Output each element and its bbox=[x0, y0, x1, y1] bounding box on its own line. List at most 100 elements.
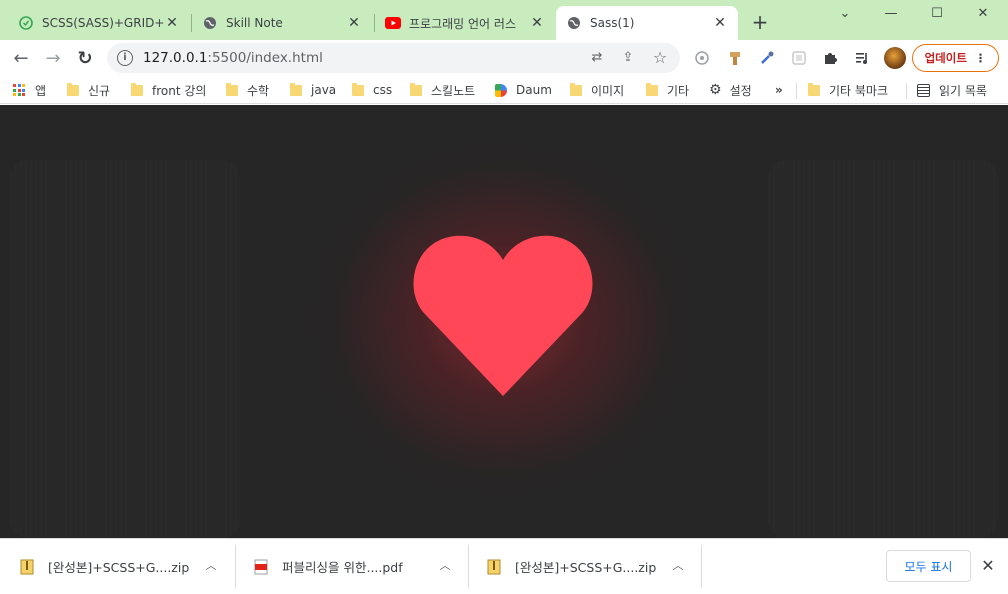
bookmark-label: 앱 bbox=[35, 83, 47, 98]
background-panel-right bbox=[768, 160, 998, 538]
download-divider bbox=[235, 545, 236, 588]
tab-search-icon[interactable]: ⌄ bbox=[822, 0, 868, 30]
translate-icon[interactable]: ⇄ bbox=[589, 50, 605, 66]
tab-skill-note[interactable]: Skill Note ✕ bbox=[192, 6, 372, 40]
folder-icon bbox=[570, 82, 582, 96]
bookmark-folder-images[interactable]: 이미지 bbox=[570, 76, 624, 104]
chevron-up-icon[interactable]: ︿ bbox=[203, 558, 219, 574]
download-filename: 퍼블리싱을 위한....pdf bbox=[282, 560, 403, 575]
tab-youtube[interactable]: 프로그래밍 언어 러스 ✕ bbox=[375, 6, 555, 40]
download-divider bbox=[701, 545, 702, 588]
youtube-icon bbox=[385, 15, 401, 31]
url-path: :5500/index.html bbox=[207, 50, 323, 66]
show-all-downloads-button[interactable]: 모두 표시 bbox=[886, 550, 971, 582]
puzzle-icon[interactable] bbox=[821, 50, 839, 68]
heart-shape bbox=[413, 235, 593, 396]
pdf-file-icon bbox=[254, 559, 268, 574]
bookmark-folder-java[interactable]: java bbox=[290, 76, 336, 104]
bookmark-label: css bbox=[373, 83, 393, 97]
url-text: 127.0.0.1:5500/index.html bbox=[143, 50, 323, 66]
bookmark-label: front 강의 bbox=[152, 83, 207, 98]
folder-icon bbox=[646, 82, 658, 96]
address-bar[interactable]: i 127.0.0.1:5500/index.html ⇄ ⇪ ☆ bbox=[107, 43, 680, 73]
tab-title: 프로그래밍 언어 러스 bbox=[409, 16, 516, 31]
bookmark-divider bbox=[906, 83, 907, 99]
bookmark-label: 수학 bbox=[247, 83, 270, 98]
back-button[interactable]: ← bbox=[7, 44, 35, 72]
globe-icon bbox=[202, 15, 218, 31]
bookmark-folder-other[interactable]: 기타 북마크 bbox=[808, 76, 888, 104]
download-item[interactable]: [완성본]+SCSS+G....zip ︿ bbox=[20, 539, 230, 594]
download-item[interactable]: 퍼블리싱을 위한....pdf ︿ bbox=[254, 539, 464, 594]
tab-strip: SCSS(SASS)+GRID+FL ✕ Skill Note ✕ 프로그래밍 … bbox=[0, 0, 1008, 40]
bookmark-label: 이미지 bbox=[591, 83, 625, 98]
extension-circle-icon[interactable] bbox=[693, 50, 711, 68]
new-tab-button[interactable]: + bbox=[748, 10, 772, 34]
bookmark-label: 읽기 목록 bbox=[939, 83, 987, 98]
reload-button[interactable]: ↻ bbox=[71, 44, 99, 72]
apps-grid-icon bbox=[13, 84, 25, 96]
tab-scss-grid[interactable]: SCSS(SASS)+GRID+FL ✕ bbox=[8, 6, 190, 40]
bookmark-daum[interactable]: Daum bbox=[495, 76, 552, 104]
bookmark-label: 기타 북마크 bbox=[829, 83, 889, 98]
bookmark-divider bbox=[796, 83, 797, 99]
folder-icon bbox=[290, 82, 302, 96]
browser-toolbar: ← → ↻ i 127.0.0.1:5500/index.html ⇄ ⇪ ☆ … bbox=[0, 40, 1008, 76]
bookmark-folder-css[interactable]: css bbox=[352, 76, 392, 104]
bookmark-folder-etc[interactable]: 기타 bbox=[646, 76, 689, 104]
bookmark-overflow-chevron[interactable]: » bbox=[775, 76, 783, 104]
globe-icon bbox=[566, 15, 582, 31]
site-info-icon[interactable]: i bbox=[117, 50, 133, 66]
bookmark-settings[interactable]: ⚙ 설정 bbox=[709, 76, 752, 104]
window-close-button[interactable]: ✕ bbox=[960, 0, 1006, 30]
bookmark-label: 신규 bbox=[88, 83, 111, 98]
chevron-up-icon[interactable]: ︿ bbox=[437, 558, 453, 574]
update-button[interactable]: 업데이트 ⋮ bbox=[912, 44, 999, 72]
folder-icon bbox=[410, 82, 422, 96]
bookmark-folder-new[interactable]: 신규 bbox=[67, 76, 110, 104]
reading-list-icon bbox=[917, 83, 930, 97]
bookmark-apps[interactable]: 앱 bbox=[13, 76, 46, 104]
menu-icon[interactable]: ⋮ bbox=[975, 51, 987, 65]
download-filename: [완성본]+SCSS+G....zip bbox=[48, 560, 190, 575]
extension-tool-icon[interactable] bbox=[726, 50, 744, 68]
reading-list[interactable]: 읽기 목록 bbox=[917, 76, 987, 104]
update-label: 업데이트 bbox=[924, 51, 967, 65]
maximize-button[interactable]: ☐ bbox=[914, 0, 960, 30]
media-control-icon[interactable] bbox=[853, 50, 871, 68]
bookmark-label: 기타 bbox=[667, 83, 690, 98]
bookmark-label: 스킬노트 bbox=[431, 83, 476, 98]
download-item[interactable]: [완성본]+SCSS+G....zip ︿ bbox=[487, 539, 697, 594]
bookmarks-bar: 앱 신규 front 강의 수학 java css 스킬노트 Daum 이미지 … bbox=[0, 76, 1008, 104]
folder-icon bbox=[67, 82, 79, 96]
tab-title: Sass(1) bbox=[590, 16, 635, 30]
extension-frame-icon[interactable] bbox=[790, 50, 808, 68]
bookmark-label: 설정 bbox=[729, 83, 752, 98]
bookmark-folder-skillnote[interactable]: 스킬노트 bbox=[410, 76, 475, 104]
daum-icon bbox=[495, 83, 507, 97]
chevron-up-icon[interactable]: ︿ bbox=[670, 558, 686, 574]
share-icon[interactable]: ⇪ bbox=[620, 50, 636, 66]
close-shelf-icon[interactable]: ✕ bbox=[978, 556, 998, 576]
close-icon[interactable]: ✕ bbox=[164, 15, 180, 31]
close-icon[interactable]: ✕ bbox=[529, 15, 545, 31]
minimize-button[interactable]: — bbox=[868, 0, 914, 30]
eyedropper-icon[interactable] bbox=[758, 50, 776, 68]
folder-icon bbox=[808, 82, 820, 96]
folder-icon bbox=[131, 82, 143, 96]
profile-avatar[interactable] bbox=[884, 47, 906, 69]
bookmark-star-icon[interactable]: ☆ bbox=[652, 50, 668, 66]
zip-file-icon bbox=[20, 559, 34, 574]
download-filename: [완성본]+SCSS+G....zip bbox=[515, 560, 657, 575]
bookmark-folder-front[interactable]: front 강의 bbox=[131, 76, 206, 104]
tab-title: SCSS(SASS)+GRID+FL bbox=[42, 16, 164, 30]
web-app-icon bbox=[18, 15, 34, 31]
zip-file-icon bbox=[487, 559, 501, 574]
close-icon[interactable]: ✕ bbox=[346, 15, 362, 31]
background-panel-left bbox=[10, 160, 240, 538]
tab-sass-active[interactable]: Sass(1) ✕ bbox=[556, 6, 738, 40]
forward-button[interactable]: → bbox=[39, 44, 67, 72]
download-shelf: [완성본]+SCSS+G....zip ︿ 퍼블리싱을 위한....pdf ︿ … bbox=[0, 538, 1008, 593]
close-icon[interactable]: ✕ bbox=[712, 15, 728, 31]
bookmark-folder-math[interactable]: 수학 bbox=[226, 76, 269, 104]
